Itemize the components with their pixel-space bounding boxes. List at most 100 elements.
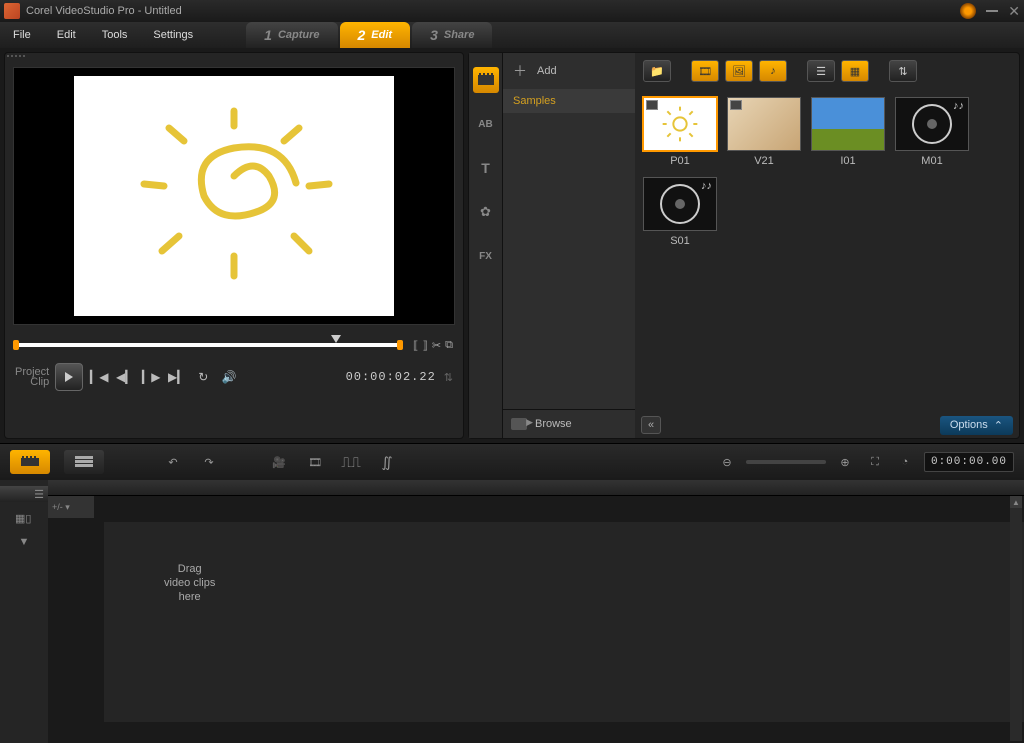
mark-out-button[interactable]: ⟧ [422,339,427,352]
batch-convert-button[interactable]: 🎞 [304,451,326,473]
app-icon [4,3,20,19]
zoom-slider[interactable] [746,460,826,464]
timeline-toolbar: ↶ ↷ 🎥 🎞 ⎍⎍ ∬ ⊖ ⊕ ⛶ ◔ 0:00:00.00 [0,444,1024,480]
thumb-label: P01 [670,155,690,167]
prev-frame-button[interactable]: ◀▎ [115,367,135,387]
thumb-i01[interactable]: I01 [811,97,885,167]
preview-timecode[interactable]: 00:00:02.22 [346,370,436,384]
track-options-dropdown[interactable]: ▼ [19,536,30,548]
menu-bar: File Edit Tools Settings 1 Capture 2 Edi… [0,22,1024,48]
transitions-tab[interactable]: AB [473,111,499,137]
step-number: 2 [358,27,366,43]
storyboard-view-button[interactable] [10,450,50,474]
zoom-out-button[interactable]: ⊖ [716,451,738,473]
sound-mixer-button[interactable]: ⎍⎍ [340,451,362,473]
settings-gear-icon[interactable] [960,3,976,19]
graphic-tab[interactable]: ✿ [473,199,499,225]
go-start-button[interactable]: ▎◀ [89,367,109,387]
collapse-panel-button[interactable]: « [641,416,661,434]
add-label: Add [537,65,557,77]
step-number: 1 [264,27,272,43]
filter-video-button[interactable]: 🎞 [691,60,719,82]
thumb-label: I01 [840,155,855,167]
options-label: Options [950,419,988,431]
split-clip-button[interactable]: ✂ [432,339,441,352]
track-controls[interactable]: +/- ▾ [48,496,94,518]
timeline-scrollbar[interactable]: ▲ [1010,496,1022,741]
play-button[interactable] [55,363,83,391]
menu-tools[interactable]: Tools [89,22,141,48]
zoom-in-button[interactable]: ⊕ [834,451,856,473]
preview-viewport[interactable] [13,67,455,325]
library-toolbar: 📁 🎞 🖼 ♪ ☰ ▦ ⇅ [635,53,1019,89]
filter-photo-button[interactable]: 🖼 [725,60,753,82]
sort-button[interactable]: ⇅ [889,60,917,82]
video-track-dropzone[interactable]: Drag video clips here [104,522,1024,722]
auto-music-button[interactable]: ∬ [376,451,398,473]
minimize-button[interactable] [986,10,998,12]
thumb-label: S01 [670,235,690,247]
step-label: Capture [278,29,320,41]
plus-icon: ＋ [513,61,527,81]
thumb-view-button[interactable]: ▦ [841,60,869,82]
preview-panel: ⟦ ⟧ ✂ ⧉ Project Clip ▎◀ ◀▎ ▎▶ ▶▎ ↻ 🔊 00:… [4,52,464,439]
volume-button[interactable]: 🔊 [219,367,239,387]
close-button[interactable]: ✕ [1008,3,1020,20]
menu-file[interactable]: File [0,22,44,48]
thumb-m01[interactable]: ♪♪ M01 [895,97,969,167]
title-tab[interactable]: T [473,155,499,181]
menu-edit[interactable]: Edit [44,22,89,48]
step-capture[interactable]: 1 Capture [246,22,337,48]
scroll-up-button[interactable]: ▲ [1010,496,1022,508]
fit-project-button[interactable]: ⛶ [864,451,886,473]
scrubber[interactable]: ⟦ ⟧ ✂ ⧉ [15,333,453,357]
timeline-tracks[interactable]: +/- ▾ Drag video clips here ▲ [48,480,1024,743]
repeat-button[interactable]: ↻ [193,367,213,387]
time-ruler[interactable] [48,480,1024,496]
filter-audio-button[interactable]: ♪ [759,60,787,82]
library-panel: AB T ✿ FX ＋ Add Samples Browse 📁 🎞 🖼 ♪ [468,52,1020,439]
media-tab[interactable] [473,67,499,93]
thumb-s01[interactable]: ♪♪ S01 [643,177,717,247]
redo-button[interactable]: ↷ [198,451,220,473]
list-view-button[interactable]: ☰ [807,60,835,82]
step-share[interactable]: 3 Share [412,22,492,48]
step-edit[interactable]: 2 Edit [340,22,411,48]
step-label: Share [444,29,475,41]
next-frame-button[interactable]: ▎▶ [141,367,161,387]
undo-button[interactable]: ↶ [162,451,184,473]
thumb-p01[interactable]: P01 [643,97,717,167]
filter-tab[interactable]: FX [473,243,499,269]
timeline-view-button[interactable] [64,450,104,474]
record-button[interactable]: 🎥 [268,451,290,473]
import-button[interactable]: 📁 [643,60,671,82]
scrub-track[interactable] [15,343,401,347]
step-number: 3 [430,27,438,43]
playhead-icon[interactable] [331,335,341,343]
expand-button[interactable]: ⧉ [445,339,453,352]
browse-label: Browse [535,418,572,430]
timeline-panel: ↶ ↷ 🎥 🎞 ⎍⎍ ∬ ⊖ ⊕ ⛶ ◔ 0:00:00.00 ☰ ▦▯ ▼ +… [0,443,1024,743]
title-bar: Corel VideoStudio Pro - Untitled ✕ [0,0,1024,22]
project-duration-icon[interactable]: ◔ [894,451,916,473]
mark-in-button[interactable]: ⟦ [413,339,418,352]
clip-mode-label[interactable]: Clip [15,377,49,387]
add-folder-button[interactable]: ＋ Add [503,53,635,89]
library-folders: ＋ Add Samples Browse [503,53,635,438]
timecode-spinner-icon[interactable]: ⇅ [444,371,453,384]
go-end-button[interactable]: ▶▎ [167,367,187,387]
library-thumbnails: P01 V21 I01 ♪♪ M01 ♪♪ S01 [635,89,1019,412]
timeline-timecode[interactable]: 0:00:00.00 [924,452,1014,472]
sun-drawing-icon [134,106,334,286]
app-title: Corel VideoStudio Pro - Untitled [26,5,960,17]
timeline-track-header: ☰ ▦▯ ▼ [0,480,48,743]
preview-frame [74,76,394,316]
browse-button[interactable]: Browse [503,409,635,438]
options-button[interactable]: Options ⌃ [940,416,1013,435]
track-menu-button[interactable]: ☰ [0,486,48,502]
add-track-icon[interactable]: ▦▯ [15,512,33,526]
thumb-label: V21 [754,155,774,167]
thumb-v21[interactable]: V21 [727,97,801,167]
folder-samples[interactable]: Samples [503,89,635,113]
menu-settings[interactable]: Settings [140,22,206,48]
